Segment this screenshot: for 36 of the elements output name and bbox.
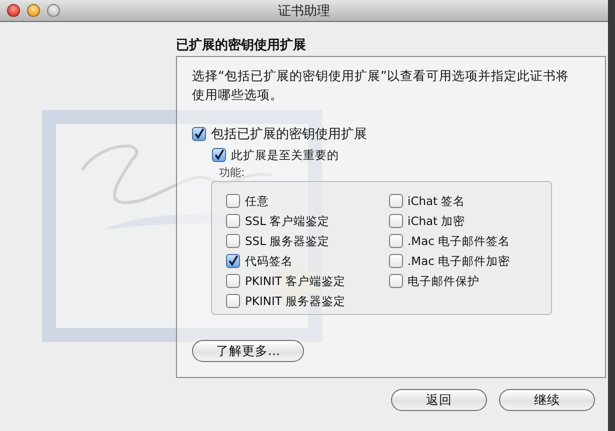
close-icon[interactable] [7,4,20,17]
description-text: 选择“包括已扩展的密钥使用扩展”以查看可用选项并指定此证书将使用哪些选项。 [192,67,570,104]
checkbox-label: 任意 [245,194,269,208]
dialog-button[interactable]: 继续 [499,389,595,411]
checkbox[interactable] [388,274,402,288]
capabilities-label: 功能: [219,165,246,181]
zoom-icon[interactable] [47,4,60,17]
checkbox-label: .Mac 电子邮件签名 [408,234,510,248]
checkbox[interactable] [192,127,206,141]
checkbox[interactable] [226,254,240,268]
checkbox-label: SSL 客户端鉴定 [245,214,330,228]
checkbox-label: iChat 加密 [408,214,466,228]
checkbox-label: 电子邮件保护 [408,274,480,288]
minimize-icon[interactable] [27,4,40,17]
window-title: 证书助理 [278,2,330,20]
checkbox[interactable] [388,254,402,268]
section-title: 已扩展的密钥使用扩展 [176,36,307,55]
dialog-button[interactable]: 返回 [391,389,487,411]
checkbox[interactable] [212,148,226,162]
checkbox[interactable] [226,234,240,248]
checkbox[interactable] [388,194,402,208]
checkbox-label: iChat 签名 [408,194,466,208]
checkbox[interactable] [388,214,402,228]
learn-more-button[interactable]: 了解更多... [192,340,304,362]
checkbox[interactable] [226,194,240,208]
checkbox-label: SSL 服务器鉴定 [245,234,330,248]
checkbox-label: 此扩展是至关重要的 [231,148,339,162]
checkbox[interactable] [226,294,240,308]
checkbox[interactable] [226,274,240,288]
checkbox-label: 代码签名 [245,254,293,268]
checkbox[interactable] [388,234,402,248]
checkbox-label: PKINIT 服务器鉴定 [245,294,346,308]
checkbox-label: 包括已扩展的密钥使用扩展 [211,126,367,143]
checkbox-label: PKINIT 客户端鉴定 [245,274,346,288]
checkbox-label: .Mac 电子邮件加密 [408,254,510,268]
checkbox[interactable] [226,214,240,228]
